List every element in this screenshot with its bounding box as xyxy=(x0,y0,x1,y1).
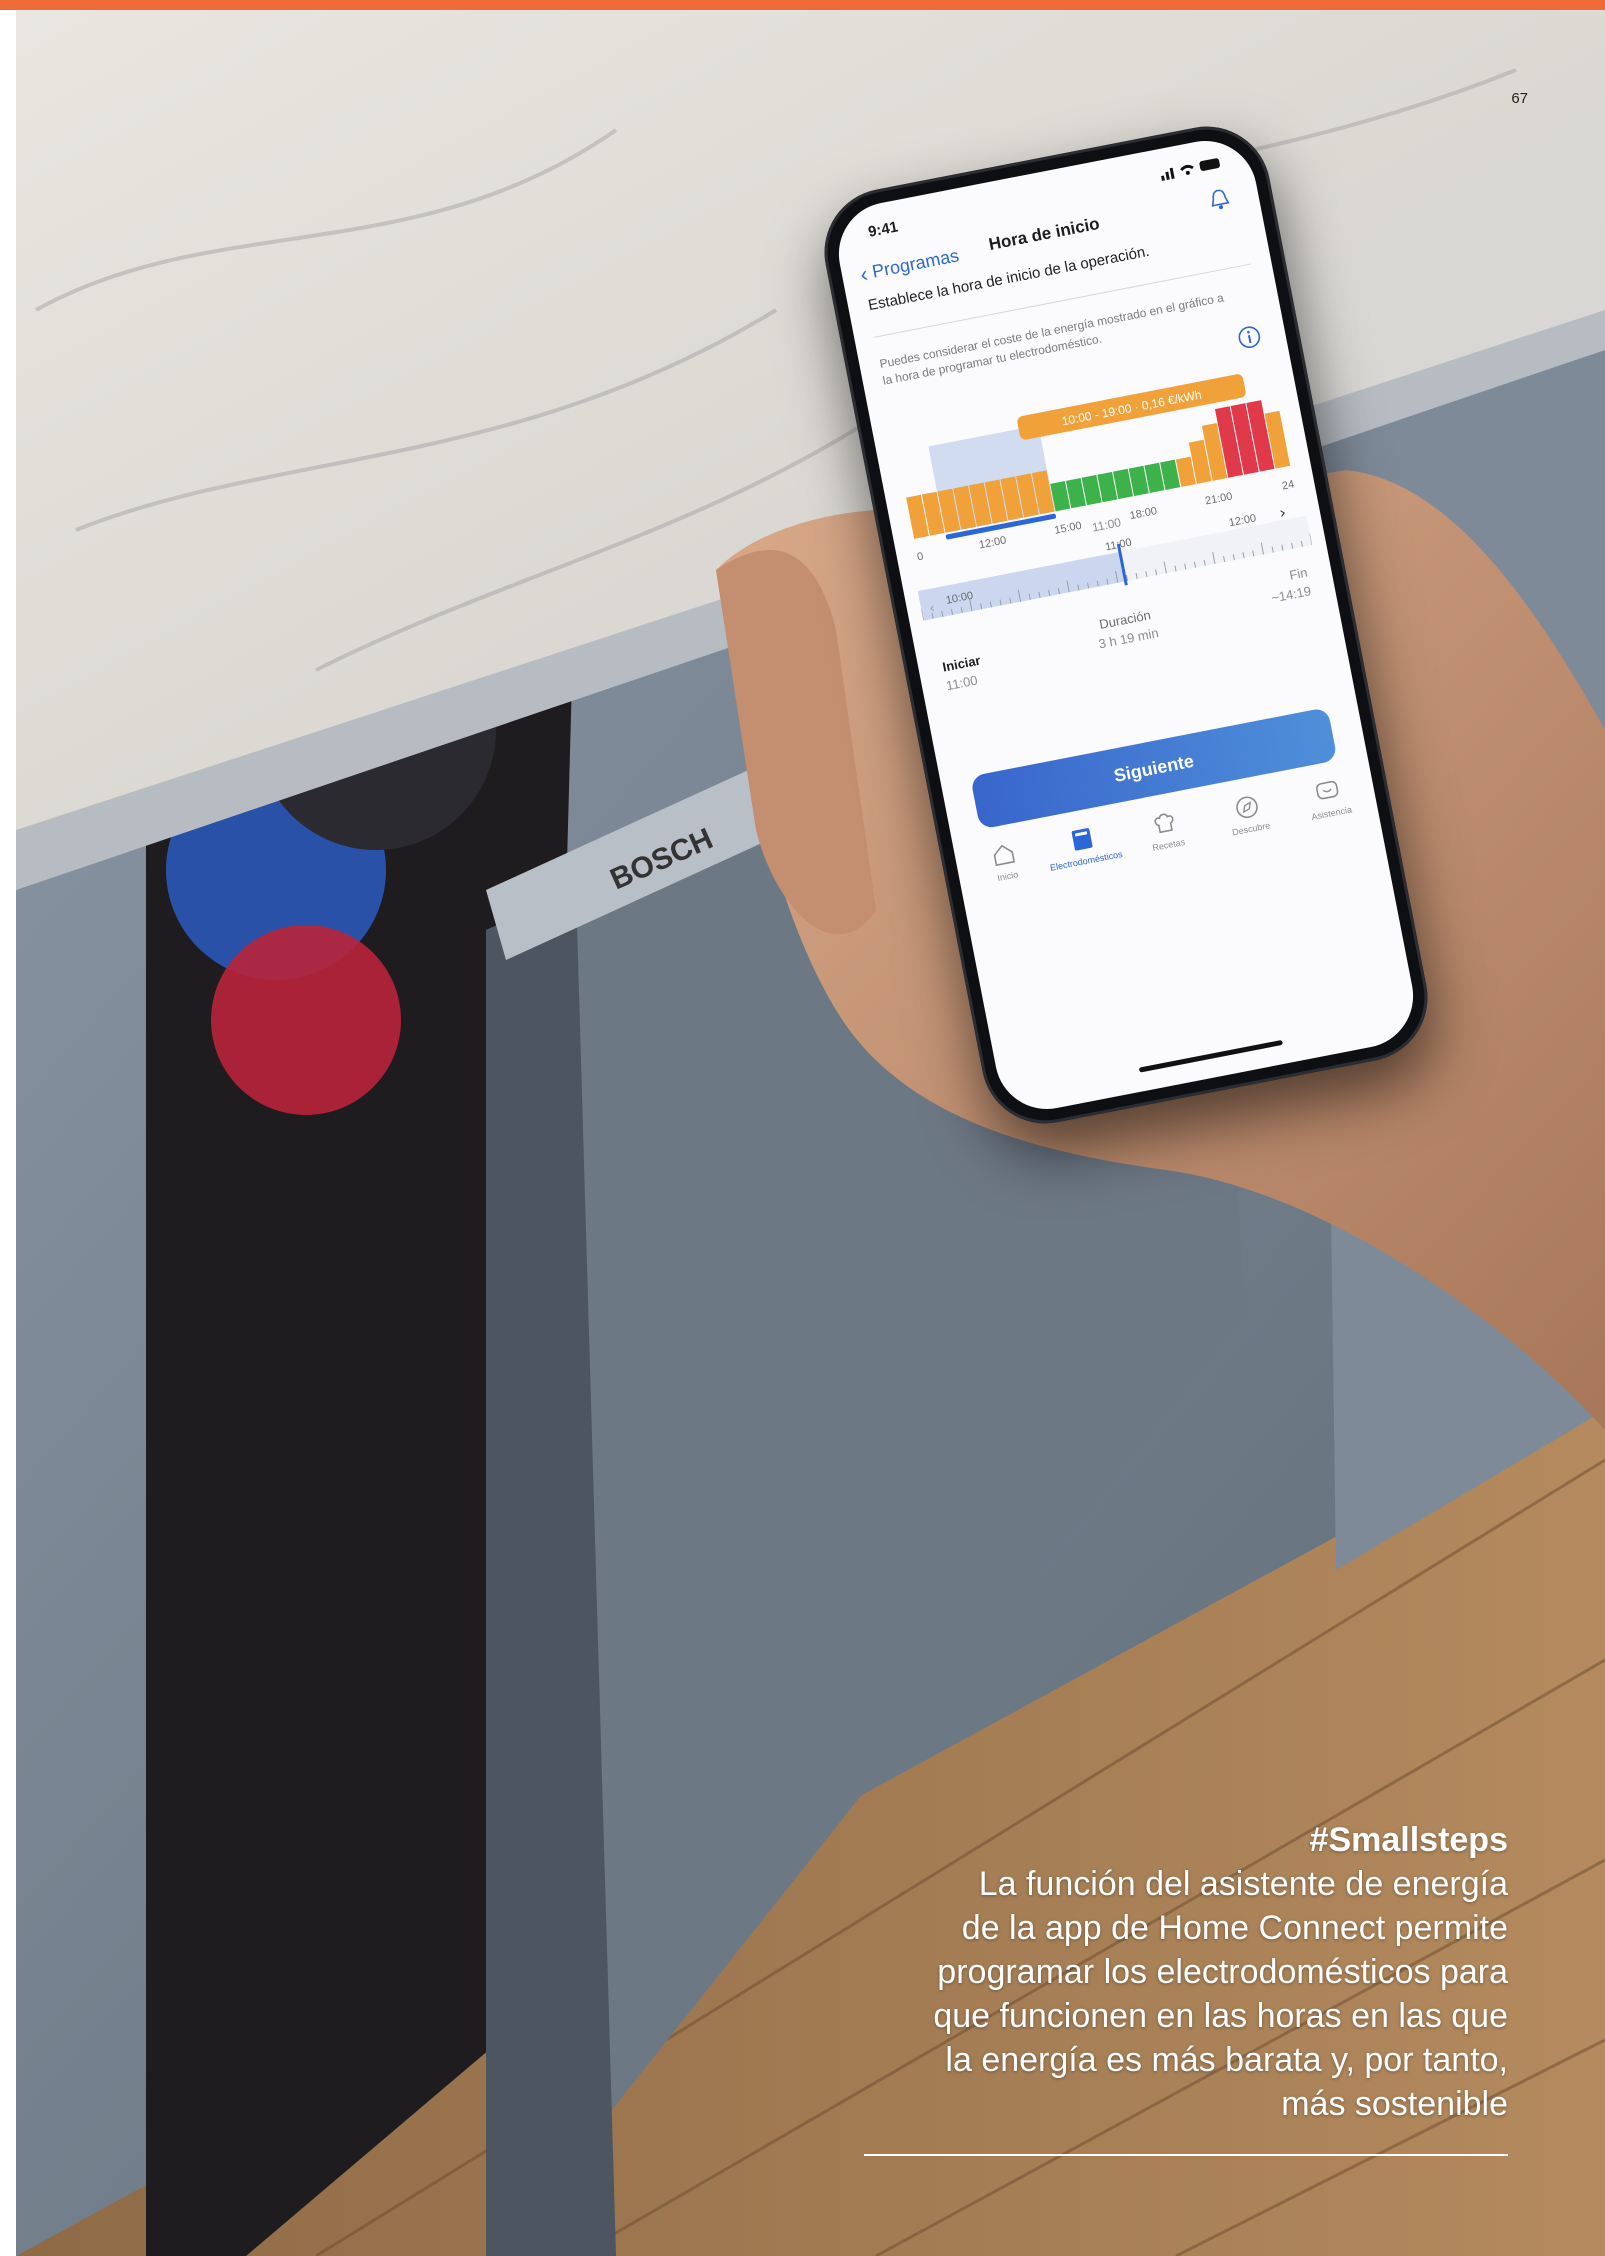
caption-body: La función del asistente de energía de l… xyxy=(780,1862,1508,2126)
chevron-right-icon[interactable]: › xyxy=(1278,503,1288,523)
caption-heading: #Smallsteps xyxy=(1309,1821,1508,1859)
home-icon xyxy=(993,844,1016,867)
bell-icon[interactable] xyxy=(1207,186,1233,212)
tab-asistencia[interactable]: Asistencia xyxy=(1286,771,1372,826)
chef-hat-icon xyxy=(1154,813,1174,834)
tab-label: Inicio xyxy=(996,869,1020,884)
page-margin xyxy=(0,10,16,2256)
tab-recetas[interactable]: Recetas xyxy=(1123,803,1209,858)
home-indicator xyxy=(1138,1039,1283,1073)
page-number: 67 xyxy=(1511,90,1528,107)
caption: #Smallsteps La función del asistente de … xyxy=(780,1818,1508,2126)
caption-line: la energía es más barata y, por tanto, xyxy=(945,2041,1508,2079)
info-icon[interactable] xyxy=(1235,323,1263,351)
chat-icon xyxy=(1316,780,1339,800)
top-accent-bar xyxy=(0,0,1605,10)
compass-icon xyxy=(1236,796,1258,819)
tab-label: Electrodomésticos xyxy=(1049,848,1124,873)
screen-title: Hora de inicio xyxy=(987,213,1102,254)
tab-electrodomesticos[interactable]: Electrodomésticos xyxy=(1040,819,1126,874)
caption-line: programar los electrodomésticos para xyxy=(937,1953,1508,1991)
status-time: 9:41 xyxy=(866,218,900,241)
caption-line: que funcionen en las horas en las que xyxy=(933,1997,1508,2035)
signal-wifi-battery-icon xyxy=(1160,158,1220,181)
tab-label: Asistencia xyxy=(1310,804,1353,823)
tab-label: Recetas xyxy=(1151,836,1186,853)
tab-descubre[interactable]: Descubre xyxy=(1205,787,1291,842)
chevron-left-icon: ‹ xyxy=(857,261,870,288)
caption-line: de la app de Home Connect permite xyxy=(961,1909,1508,1947)
caption-line: La función del asistente de energía xyxy=(978,1865,1508,1903)
back-button-label: Programas xyxy=(870,245,961,282)
tab-label: Descubre xyxy=(1231,820,1272,838)
status-icons xyxy=(1159,155,1223,184)
tab-inicio[interactable]: Inicio xyxy=(962,834,1048,889)
hint-text: Puedes considerar el coste de la energía… xyxy=(878,290,1225,388)
caption-rule xyxy=(864,2154,1508,2156)
caption-line: más sostenible xyxy=(1281,2085,1508,2123)
appliance-icon xyxy=(1071,828,1093,851)
